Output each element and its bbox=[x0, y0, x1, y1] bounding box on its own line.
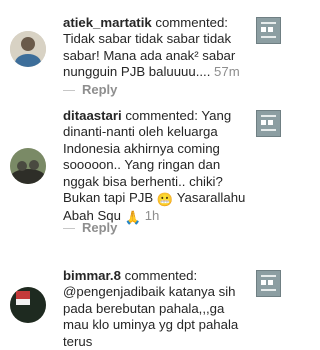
comment-text: bimmar.8 commented: @pengenjadibaik kata… bbox=[63, 268, 248, 350]
reply-divider bbox=[63, 228, 75, 229]
comment-body: Tidak sabar tidak sabar tidak sabar! Man… bbox=[63, 31, 236, 80]
comment-username[interactable]: bimmar.8 bbox=[63, 268, 121, 283]
comment-body: @pengenjadibaik katanya sih pada berebut… bbox=[63, 284, 239, 349]
user-avatar-icon[interactable] bbox=[10, 31, 46, 67]
reply-button[interactable]: Reply bbox=[82, 220, 117, 235]
grimace-emoji: 😬 bbox=[156, 192, 174, 208]
comment-verb: commented: bbox=[155, 15, 228, 30]
comment-verb: commented: bbox=[124, 268, 198, 283]
comment-time: 57m bbox=[214, 64, 240, 80]
comment-verb: commented: bbox=[125, 108, 198, 123]
comment-username[interactable]: atiek_martatik bbox=[63, 15, 152, 30]
pray-emoji: 🙏 bbox=[124, 210, 142, 226]
comment-text: ditaastari commented: Yang dinanti-nanti… bbox=[63, 108, 248, 227]
user-avatar-icon[interactable] bbox=[10, 148, 46, 184]
comment-text: atiek_martatik commented: Tidak sabar ti… bbox=[63, 15, 248, 81]
post-thumbnail-icon[interactable] bbox=[256, 270, 281, 297]
comment-item: atiek_martatik commented: Tidak sabar ti… bbox=[0, 0, 300, 110]
comment-username[interactable]: ditaastari bbox=[63, 108, 122, 123]
reply-divider bbox=[63, 90, 75, 91]
comment-item: bimmar.8 commented: @pengenjadibaik kata… bbox=[0, 260, 300, 349]
reply-button[interactable]: Reply bbox=[82, 82, 117, 97]
post-thumbnail-icon[interactable] bbox=[256, 17, 281, 44]
comment-time: 1h bbox=[144, 208, 160, 224]
user-avatar-icon[interactable] bbox=[10, 287, 46, 323]
comment-item: ditaastari commented: Yang dinanti-nanti… bbox=[0, 108, 300, 260]
post-thumbnail-icon[interactable] bbox=[256, 110, 281, 137]
